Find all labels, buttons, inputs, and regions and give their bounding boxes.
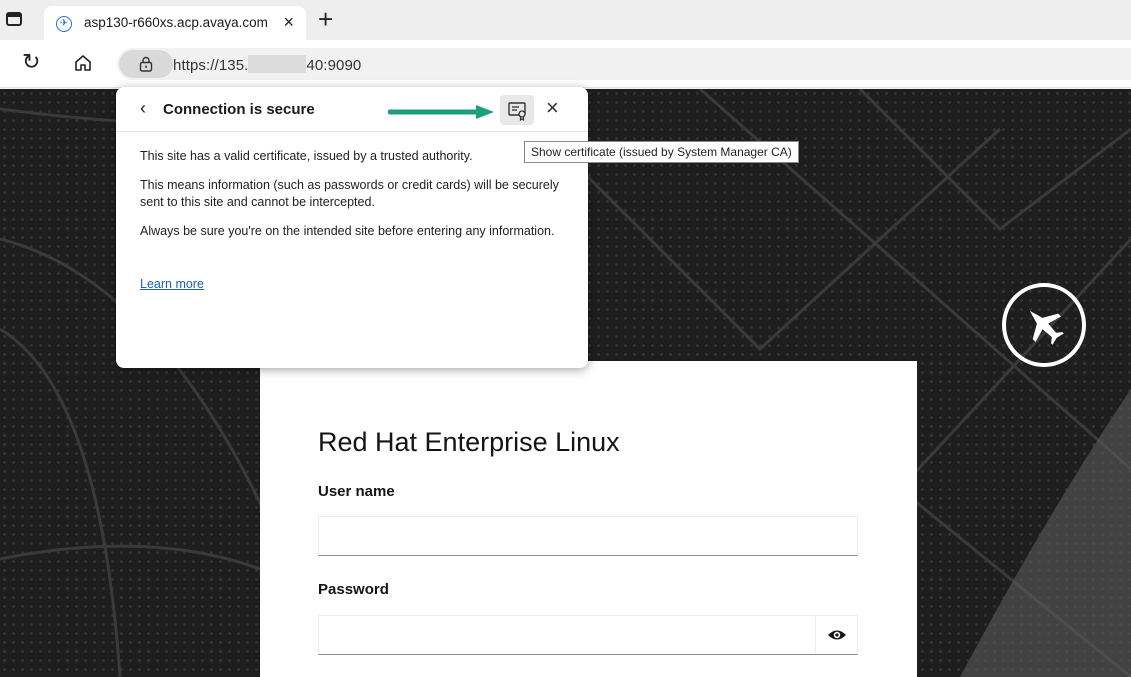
tab-close-icon[interactable]: ×	[283, 12, 294, 32]
login-card: Red Hat Enterprise Linux User name Passw…	[260, 361, 917, 677]
tab-strip: ✈ asp130-r660xs.acp.avaya.com × +	[0, 0, 1131, 40]
lock-icon	[139, 56, 153, 72]
password-input[interactable]	[318, 615, 858, 655]
show-password-button[interactable]	[815, 616, 857, 654]
browser-toolbar: ↻ https://135. 40:9090	[0, 40, 1131, 88]
url-text[interactable]: https://135. 40:9090	[173, 55, 361, 74]
username-input[interactable]	[318, 516, 858, 556]
certificate-tooltip: Show certificate (issued by System Manag…	[524, 141, 799, 163]
show-certificate-button[interactable]	[500, 95, 534, 125]
popup-line-valid-cert: This site has a valid certificate, issue…	[140, 149, 473, 163]
learn-more-link[interactable]: Learn more	[140, 277, 204, 291]
plane-glyph	[1029, 310, 1064, 345]
back-chevron-icon[interactable]: ‹	[140, 98, 146, 119]
popup-title: Connection is secure	[163, 101, 315, 118]
plane-icon	[1002, 283, 1086, 367]
tab-title: asp130-r660xs.acp.avaya.com	[84, 15, 268, 30]
refresh-icon[interactable]: ↻	[22, 50, 40, 74]
popup-line-secure-info: This means information (such as password…	[140, 178, 559, 209]
tab-actions-icon[interactable]	[6, 12, 22, 26]
site-info-button[interactable]	[119, 50, 173, 78]
home-icon[interactable]	[74, 54, 92, 72]
certificate-icon	[508, 102, 526, 122]
new-tab-button[interactable]: +	[318, 5, 333, 33]
password-label: Password	[318, 581, 389, 598]
url-prefix: https://135.	[173, 57, 249, 74]
site-security-popup: ‹ Connection is secure × This site has a…	[116, 87, 588, 368]
login-heading: Red Hat Enterprise Linux	[318, 427, 620, 457]
popup-header: ‹ Connection is secure ×	[116, 87, 588, 132]
url-suffix: 40:9090	[306, 57, 362, 74]
address-bar[interactable]: https://135. 40:9090	[117, 48, 1131, 80]
username-label: User name	[318, 483, 395, 500]
close-icon[interactable]: ×	[546, 96, 559, 120]
popup-line-caution: Always be sure you're on the intended si…	[140, 224, 555, 238]
eye-icon	[828, 630, 846, 640]
browser-tab[interactable]: ✈ asp130-r660xs.acp.avaya.com ×	[44, 6, 306, 40]
favicon-plane-icon: ✈	[56, 16, 72, 32]
url-redaction	[248, 55, 307, 73]
annotation-arrow	[388, 105, 494, 119]
